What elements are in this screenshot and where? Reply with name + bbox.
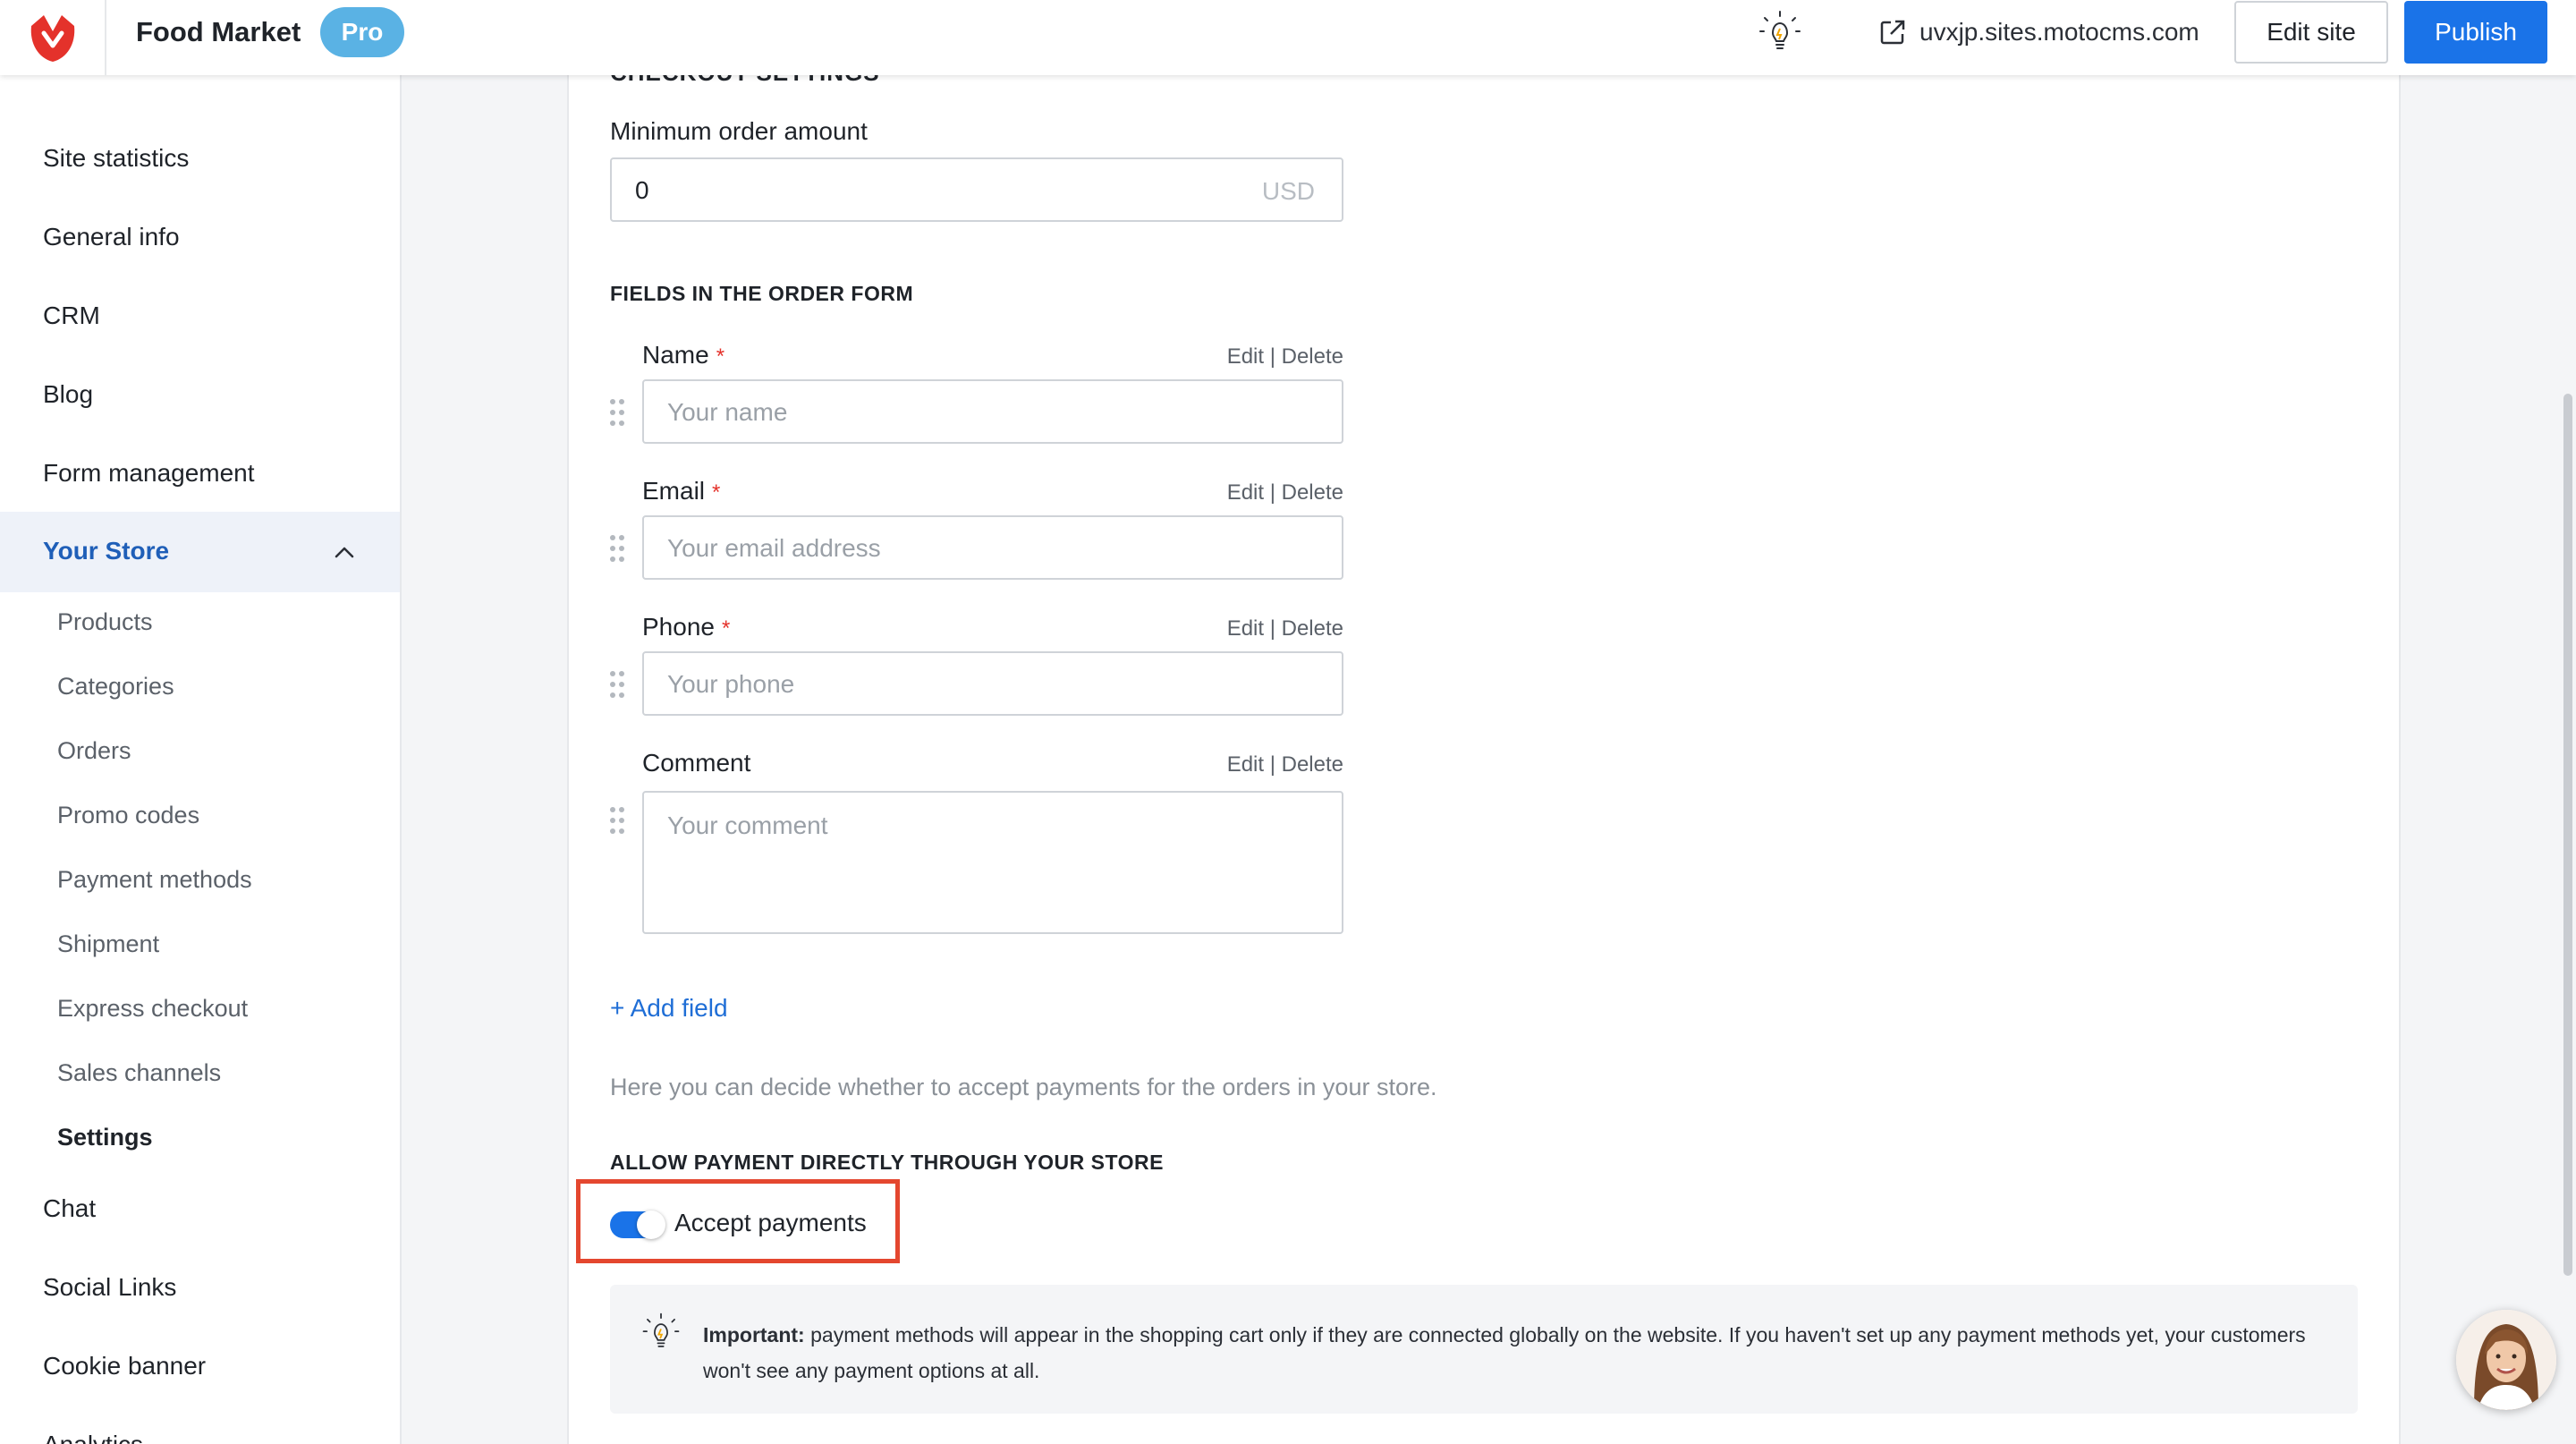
scrollbar[interactable] bbox=[2563, 394, 2572, 1276]
required-mark: * bbox=[721, 616, 731, 641]
field-label: Comment bbox=[642, 749, 751, 777]
sidebar-item-general-info[interactable]: General info bbox=[43, 222, 180, 252]
form-field-comment: Comment Edit | Delete Your comment bbox=[642, 748, 1343, 936]
payments-help-text: Here you can decide whether to accept pa… bbox=[610, 1074, 1437, 1100]
email-input[interactable]: Your email address bbox=[642, 515, 1343, 580]
logo-container[interactable] bbox=[0, 0, 106, 75]
brand-logo-icon bbox=[30, 15, 74, 62]
sidebar-subitem-promo-codes[interactable]: Promo codes bbox=[57, 800, 199, 830]
field-label: Email * bbox=[642, 476, 720, 508]
drag-handle-icon[interactable] bbox=[608, 669, 626, 700]
drag-handle-icon[interactable] bbox=[608, 805, 626, 836]
sidebar-subitem-orders[interactable]: Orders bbox=[57, 735, 131, 766]
comment-textarea[interactable]: Your comment bbox=[642, 791, 1343, 934]
top-bar: Food Market Pro uvxjp.sites.motocms.com … bbox=[0, 0, 2576, 75]
notice-body: payment methods will appear in the shopp… bbox=[703, 1323, 2306, 1382]
sidebar-subitem-settings[interactable]: Settings bbox=[57, 1122, 153, 1152]
site-url-link[interactable]: uvxjp.sites.motocms.com bbox=[1878, 14, 2199, 50]
sidebar-subitem-sales-channels[interactable]: Sales channels bbox=[57, 1058, 221, 1088]
important-notice: Important: payment methods will appear i… bbox=[610, 1285, 2358, 1414]
chevron-up-icon[interactable] bbox=[331, 539, 358, 565]
drag-handle-icon[interactable] bbox=[608, 397, 626, 428]
name-input[interactable]: Your name bbox=[642, 379, 1343, 444]
sidebar-item-form-management[interactable]: Form management bbox=[43, 458, 255, 488]
separator: | bbox=[1269, 752, 1275, 777]
field-label-text: Phone bbox=[642, 613, 715, 641]
accept-payments-label[interactable]: Accept payments bbox=[674, 1208, 867, 1238]
field-label: Name * bbox=[642, 340, 724, 372]
field-label-text: Name bbox=[642, 341, 709, 369]
publish-button[interactable]: Publish bbox=[2404, 1, 2547, 64]
support-avatar[interactable] bbox=[2456, 1310, 2556, 1410]
sidebar-subitem-categories[interactable]: Categories bbox=[57, 671, 174, 701]
field-actions: Edit | Delete bbox=[1227, 480, 1343, 506]
field-actions: Edit | Delete bbox=[1227, 616, 1343, 642]
field-actions: Edit | Delete bbox=[1227, 752, 1343, 778]
delete-field-link[interactable]: Delete bbox=[1282, 480, 1343, 505]
separator: | bbox=[1269, 344, 1275, 369]
email-placeholder: Your email address bbox=[667, 534, 881, 562]
form-field-phone: Phone * Edit | Delete Your phone bbox=[642, 612, 1343, 719]
sidebar-item-site-statistics[interactable]: Site statistics bbox=[43, 143, 189, 174]
separator: | bbox=[1269, 616, 1275, 641]
drag-handle-icon[interactable] bbox=[608, 533, 626, 564]
sidebar-subitem-shipment[interactable]: Shipment bbox=[57, 929, 159, 959]
field-actions: Edit | Delete bbox=[1227, 344, 1343, 370]
toggle-knob bbox=[637, 1210, 665, 1239]
form-field-name: Name * Edit | Delete Your name bbox=[642, 340, 1343, 447]
sidebar-item-blog[interactable]: Blog bbox=[43, 379, 93, 410]
separator: | bbox=[1269, 480, 1275, 505]
app-title: Food Market bbox=[136, 16, 301, 47]
add-field-link[interactable]: + Add field bbox=[610, 993, 728, 1024]
comment-placeholder: Your comment bbox=[667, 811, 828, 839]
required-mark: * bbox=[712, 480, 721, 505]
form-field-email: Email * Edit | Delete Your email address bbox=[642, 476, 1343, 583]
field-label: Phone * bbox=[642, 612, 730, 644]
payments-section-title: ALLOW PAYMENT DIRECTLY THROUGH YOUR STOR… bbox=[610, 1151, 1164, 1174]
sidebar-subitem-payment-methods[interactable]: Payment methods bbox=[57, 864, 252, 895]
sidebar-item-crm[interactable]: CRM bbox=[43, 301, 100, 331]
edit-field-link[interactable]: Edit bbox=[1227, 616, 1264, 641]
min-order-input[interactable]: 0 USD bbox=[610, 157, 1343, 222]
sidebar-item-cookie-banner[interactable]: Cookie banner bbox=[43, 1351, 206, 1381]
phone-placeholder: Your phone bbox=[667, 670, 795, 698]
sidebar-item-social-links[interactable]: Social Links bbox=[43, 1272, 176, 1303]
required-mark: * bbox=[716, 344, 725, 369]
min-order-label: Minimum order amount bbox=[610, 117, 868, 145]
name-placeholder: Your name bbox=[667, 398, 788, 426]
delete-field-link[interactable]: Delete bbox=[1282, 616, 1343, 641]
notice-bold-label: Important: bbox=[703, 1323, 805, 1346]
lightbulb-icon[interactable] bbox=[1757, 9, 1803, 55]
field-label-text: Email bbox=[642, 477, 706, 505]
sidebar-item-your-store[interactable]: Your Store bbox=[0, 512, 400, 592]
sidebar-item-label: Your Store bbox=[43, 537, 170, 565]
edit-field-link[interactable]: Edit bbox=[1227, 752, 1264, 777]
sidebar-subitem-products[interactable]: Products bbox=[57, 607, 153, 637]
sidebar-item-analytics[interactable]: Analytics bbox=[43, 1430, 143, 1444]
edit-field-link[interactable]: Edit bbox=[1227, 344, 1264, 369]
delete-field-link[interactable]: Delete bbox=[1282, 344, 1343, 369]
external-link-icon bbox=[1880, 20, 1905, 45]
accept-payments-toggle[interactable] bbox=[610, 1210, 665, 1239]
pro-badge[interactable]: Pro bbox=[320, 7, 404, 57]
currency-unit: USD bbox=[1261, 177, 1315, 205]
sidebar-item-chat[interactable]: Chat bbox=[43, 1193, 96, 1224]
delete-field-link[interactable]: Delete bbox=[1282, 752, 1343, 777]
sidebar-subitem-express-checkout[interactable]: Express checkout bbox=[57, 993, 248, 1024]
site-url-text: uvxjp.sites.motocms.com bbox=[1919, 18, 2199, 46]
notice-text: Important: payment methods will appear i… bbox=[703, 1317, 2331, 1389]
min-order-value: 0 bbox=[635, 176, 649, 204]
edit-field-link[interactable]: Edit bbox=[1227, 480, 1264, 505]
support-avatar-image bbox=[2456, 1310, 2556, 1410]
phone-input[interactable]: Your phone bbox=[642, 651, 1343, 716]
sidebar: Site statistics General info CRM Blog Fo… bbox=[0, 75, 402, 1444]
lightbulb-icon bbox=[642, 1312, 680, 1347]
edit-site-button[interactable]: Edit site bbox=[2234, 1, 2388, 64]
order-form-fields-title: FIELDS IN THE ORDER FORM bbox=[610, 282, 914, 305]
